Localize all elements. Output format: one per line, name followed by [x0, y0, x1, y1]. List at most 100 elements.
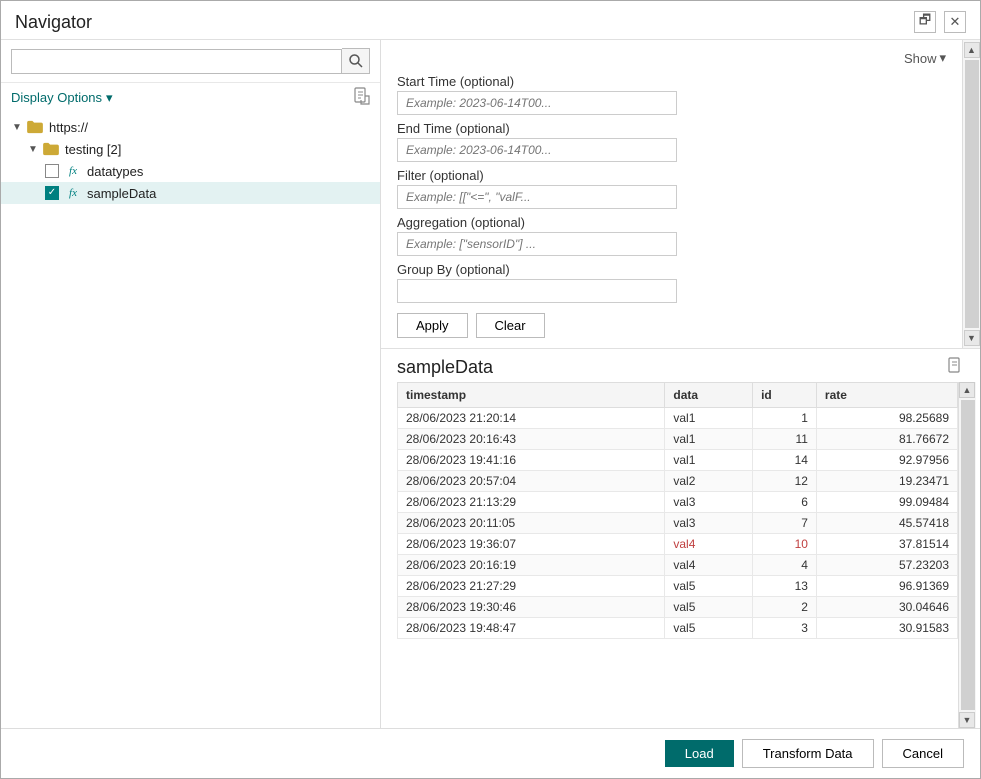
fx-icon-datatypes: fx: [63, 163, 83, 179]
cell-id: 3: [753, 618, 817, 639]
cell-id: 10: [753, 534, 817, 555]
aggregation-field: Aggregation (optional): [397, 215, 946, 256]
group-by-input[interactable]: [397, 279, 677, 303]
fx-icon-sampledata: fx: [63, 185, 83, 201]
cell-data: val4: [665, 534, 753, 555]
restore-button[interactable]: 🗗: [914, 11, 936, 33]
data-table: timestamp data id rate 28/06/2023 21:20:…: [397, 382, 958, 639]
col-timestamp: timestamp: [398, 383, 665, 408]
checkbox-sampledata[interactable]: ✓: [45, 186, 59, 200]
cell-timestamp: 28/06/2023 21:27:29: [398, 576, 665, 597]
data-title: sampleData: [397, 357, 493, 378]
display-options-button[interactable]: Display Options ▾: [11, 90, 113, 106]
transform-data-button[interactable]: Transform Data: [742, 739, 874, 768]
group-by-field: Group By (optional): [397, 262, 946, 303]
cell-rate: 98.25689: [816, 408, 957, 429]
cell-timestamp: 28/06/2023 21:20:14: [398, 408, 665, 429]
data-section: sampleData time: [381, 349, 980, 728]
table-row: 28/06/2023 20:11:05val3745.57418: [398, 513, 958, 534]
cell-rate: 57.23203: [816, 555, 957, 576]
scroll-thumb: [965, 60, 979, 328]
show-button[interactable]: Show ▾: [904, 50, 946, 66]
start-time-input[interactable]: [397, 91, 677, 115]
cell-timestamp: 28/06/2023 19:30:46: [398, 597, 665, 618]
table-scroll-up-button[interactable]: ▲: [959, 382, 975, 398]
cancel-button[interactable]: Cancel: [882, 739, 964, 768]
aggregation-input[interactable]: [397, 232, 677, 256]
search-button[interactable]: [342, 48, 370, 74]
table-row: 28/06/2023 20:57:04val21219.23471: [398, 471, 958, 492]
cell-timestamp: 28/06/2023 21:13:29: [398, 492, 665, 513]
cell-rate: 30.91583: [816, 618, 957, 639]
cell-rate: 37.81514: [816, 534, 957, 555]
tree-label-https: https://: [49, 120, 88, 135]
cell-id: 12: [753, 471, 817, 492]
table-row: 28/06/2023 19:30:46val5230.04646: [398, 597, 958, 618]
tree-item-datatypes[interactable]: fx datatypes: [1, 160, 380, 182]
end-time-field: End Time (optional): [397, 121, 946, 162]
cell-rate: 99.09484: [816, 492, 957, 513]
folder-icon-testing: [41, 141, 61, 157]
filter-scrollbar: ▲ ▼: [962, 40, 980, 348]
cell-data: val4: [665, 555, 753, 576]
search-bar: [1, 40, 380, 83]
cell-timestamp: 28/06/2023 20:57:04: [398, 471, 665, 492]
cell-data: val5: [665, 576, 753, 597]
filter-input[interactable]: [397, 185, 677, 209]
cell-id: 13: [753, 576, 817, 597]
load-button[interactable]: Load: [665, 740, 734, 767]
cell-id: 6: [753, 492, 817, 513]
cell-id: 11: [753, 429, 817, 450]
export-data-icon[interactable]: [948, 357, 964, 378]
cell-timestamp: 28/06/2023 19:48:47: [398, 618, 665, 639]
cell-rate: 81.76672: [816, 429, 957, 450]
scroll-down-button[interactable]: ▼: [964, 330, 980, 346]
table-scrollbar: ▲ ▼: [958, 382, 976, 728]
col-data: data: [665, 383, 753, 408]
col-id: id: [753, 383, 817, 408]
navigator-dialog: Navigator 🗗 ✕ Display Options ▾: [0, 0, 981, 779]
cell-rate: 96.91369: [816, 576, 957, 597]
filter-buttons: Apply Clear: [397, 313, 946, 338]
tree-label-testing: testing [2]: [65, 142, 121, 157]
cell-timestamp: 28/06/2023 20:11:05: [398, 513, 665, 534]
cell-rate: 19.23471: [816, 471, 957, 492]
cell-data: val3: [665, 492, 753, 513]
checkbox-datatypes[interactable]: [45, 164, 59, 178]
table-row: 28/06/2023 20:16:19val4457.23203: [398, 555, 958, 576]
table-row: 28/06/2023 20:16:43val11181.76672: [398, 429, 958, 450]
title-bar: Navigator 🗗 ✕: [1, 1, 980, 40]
clear-button[interactable]: Clear: [476, 313, 545, 338]
chevron-down-icon: ▾: [939, 50, 946, 66]
tree-item-https[interactable]: ▼ https://: [1, 116, 380, 138]
apply-button[interactable]: Apply: [397, 313, 468, 338]
table-scroll-down-button[interactable]: ▼: [959, 712, 975, 728]
footer: Load Transform Data Cancel: [1, 728, 980, 778]
search-input[interactable]: [11, 49, 342, 74]
tree-label-sampledata: sampleData: [87, 186, 156, 201]
search-icon: [349, 54, 363, 68]
data-title-row: sampleData: [381, 349, 980, 382]
tree-toggle-testing: ▼: [25, 141, 41, 157]
cell-data: val5: [665, 597, 753, 618]
cell-data: val3: [665, 513, 753, 534]
scroll-up-button[interactable]: ▲: [964, 42, 980, 58]
tree-item-sampledata[interactable]: ✓ fx sampleData: [1, 182, 380, 204]
cell-data: val5: [665, 618, 753, 639]
close-button[interactable]: ✕: [944, 11, 966, 33]
filter-section: Show ▾ Start Time (optional) End Time (o…: [381, 40, 962, 348]
export-icon[interactable]: [354, 87, 370, 108]
tree-item-testing[interactable]: ▼ testing [2]: [1, 138, 380, 160]
cell-data: val1: [665, 450, 753, 471]
end-time-input[interactable]: [397, 138, 677, 162]
cell-id: 2: [753, 597, 817, 618]
title-controls: 🗗 ✕: [914, 11, 966, 33]
cell-data: val1: [665, 408, 753, 429]
cell-rate: 92.97956: [816, 450, 957, 471]
cell-id: 14: [753, 450, 817, 471]
cell-rate: 45.57418: [816, 513, 957, 534]
cell-id: 1: [753, 408, 817, 429]
main-content: Display Options ▾ ▼: [1, 40, 980, 728]
cell-data: val2: [665, 471, 753, 492]
table-scroll-thumb: [961, 400, 975, 710]
